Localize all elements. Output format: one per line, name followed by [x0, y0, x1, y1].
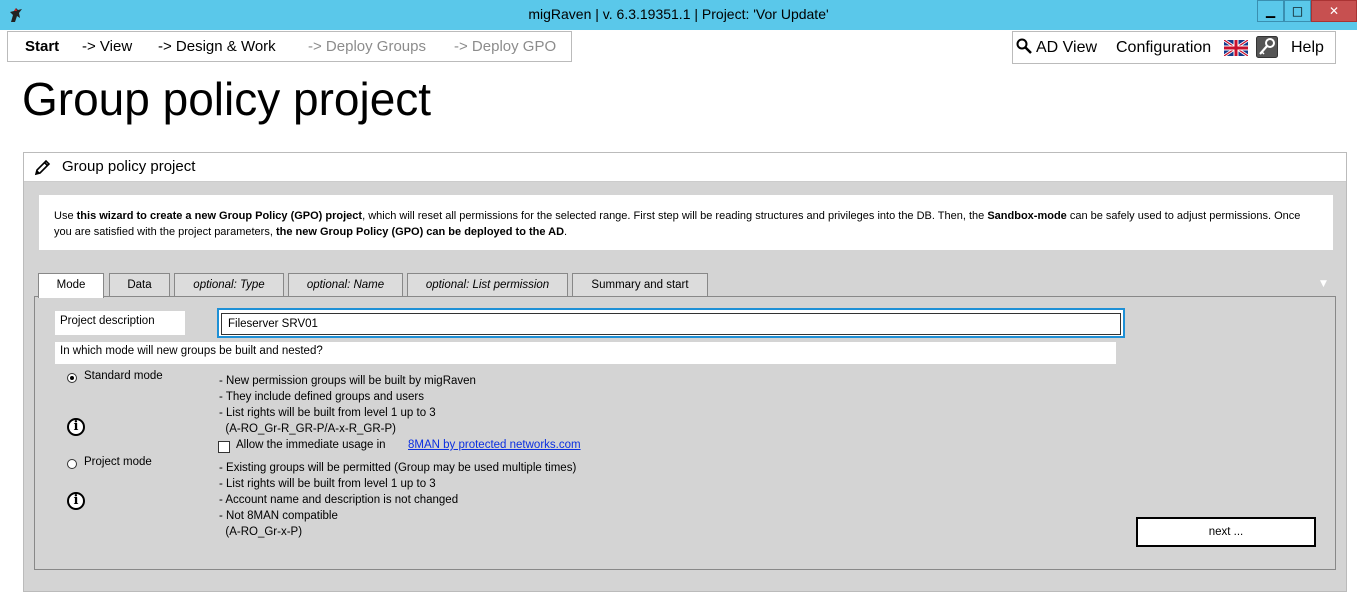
tab-mode[interactable]: Mode [38, 273, 104, 298]
project-mode-label[interactable]: Project mode [84, 456, 152, 468]
tab-optional-name[interactable]: optional: Name [288, 273, 403, 297]
project-description-input[interactable] [221, 313, 1121, 335]
page-title: Group policy project [22, 73, 432, 125]
mode-question: In which mode will new groups be built a… [55, 342, 1116, 364]
title-bar: migRaven | v. 6.3.19351.1 | Project: 'Vo… [0, 0, 1357, 30]
panel-header-label: Group policy project [62, 158, 196, 175]
nav-deploy-gpo[interactable]: -> Deploy GPO [454, 38, 556, 55]
description-line: - List rights will be built from level 1… [219, 407, 436, 419]
description-line: - List rights will be built from level 1… [219, 478, 436, 490]
description-line: (A-RO_Gr-x-P) [219, 526, 303, 538]
info-text-bold: Sandbox-mode [987, 210, 1067, 222]
help-button[interactable]: Help [1291, 39, 1324, 57]
standard-mode-description: - New permission groups will be built by… [219, 373, 476, 437]
project-mode-radio[interactable] [67, 459, 77, 469]
nav-view[interactable]: -> View [82, 38, 132, 55]
info-text-bold: this wizard to create a new Group Policy… [76, 210, 363, 222]
maximize-button[interactable]: □ [1284, 0, 1311, 22]
info-text-part: Use [54, 210, 77, 222]
project-mode-info-icon[interactable]: i [67, 492, 85, 510]
nav-design-work[interactable]: -> Design & Work [158, 38, 276, 55]
info-text-part: , which will reset all permissions for t… [362, 210, 988, 222]
project-panel: Group policy project Use this wizard to … [23, 152, 1347, 592]
description-line: - They include defined groups and users [219, 391, 425, 403]
info-text: Use this wizard to create a new Group Po… [39, 195, 1333, 250]
tab-scroll-arrow-icon[interactable]: ▼ [1320, 279, 1327, 289]
info-text-part: . [564, 226, 568, 238]
panel-header: Group policy project [24, 153, 1346, 182]
immediate-usage-label: Allow the immediate usage in [236, 439, 386, 451]
mode-tab-content: Project description In which mode will n… [34, 296, 1336, 570]
nav-start[interactable]: Start [25, 38, 59, 55]
wizard-nav: Start -> View -> Design & Work -> Deploy… [7, 31, 572, 62]
8man-link[interactable]: 8MAN by protected networks.com [408, 439, 581, 451]
nav-deploy-groups[interactable]: -> Deploy Groups [308, 38, 426, 55]
tab-optional-type[interactable]: optional: Type [174, 273, 284, 297]
project-description-field-wrap [217, 308, 1125, 338]
minimize-button[interactable]: ▁ [1257, 0, 1284, 22]
description-line: (A-RO_Gr-R_GR-P/A-x-R_GR-P) [219, 423, 396, 435]
configuration-button[interactable]: Configuration [1116, 39, 1211, 57]
info-text-bold: the new Group Policy (GPO) can be deploy… [275, 226, 565, 238]
tab-summary-and-start[interactable]: Summary and start [572, 273, 708, 297]
pencil-icon [34, 159, 51, 176]
tab-optional-list-permission[interactable]: optional: List permission [407, 273, 568, 297]
description-line: - New permission groups will be built by… [219, 375, 476, 387]
standard-mode-radio[interactable] [67, 373, 77, 383]
tab-data[interactable]: Data [109, 273, 170, 297]
description-line: - Account name and description is not ch… [219, 494, 459, 506]
uk-flag-icon[interactable] [1224, 40, 1248, 56]
right-toolbar: AD View Configuration Help [1012, 31, 1336, 64]
ad-view-button[interactable]: AD View [1036, 39, 1097, 57]
immediate-usage-checkbox[interactable] [218, 441, 230, 453]
close-button[interactable]: ✕ [1311, 0, 1357, 22]
standard-mode-info-icon[interactable]: i [67, 418, 85, 436]
standard-mode-label[interactable]: Standard mode [84, 370, 163, 382]
description-line: - Not 8MAN compatible [219, 510, 338, 522]
project-mode-description: - Existing groups will be permitted (Gro… [219, 460, 576, 540]
window-title: migRaven | v. 6.3.19351.1 | Project: 'Vo… [528, 6, 829, 22]
project-description-label: Project description [55, 311, 185, 335]
description-line: - Existing groups will be permitted (Gro… [219, 462, 577, 474]
key-icon[interactable] [1256, 36, 1278, 58]
search-icon [1016, 38, 1032, 54]
next-button[interactable]: next ... [1136, 517, 1316, 547]
